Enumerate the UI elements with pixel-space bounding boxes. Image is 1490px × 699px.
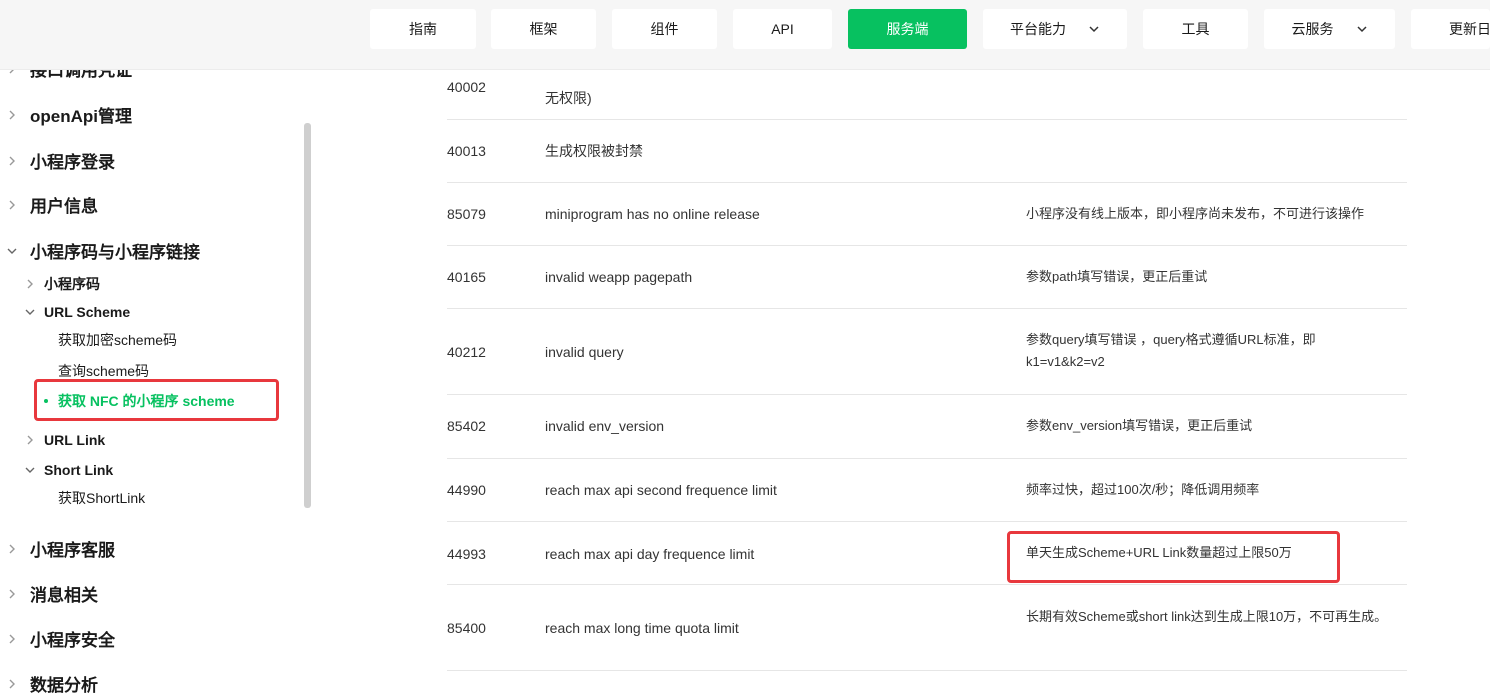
chevron-right-icon (6, 155, 18, 167)
error-description: 参数path填写错误，更正后重试 (1026, 269, 1208, 284)
table-row: 44993 reach max api day frequence limit … (447, 522, 1407, 585)
error-code: 44993 (447, 546, 486, 562)
chevron-right-icon (6, 199, 18, 211)
table-row: 40013 生成权限被封禁 (447, 120, 1407, 183)
error-code: 40002 (447, 79, 486, 95)
sidebar-item-access-token[interactable]: 接口调用凭证 (6, 70, 132, 81)
error-code-table: 40002 无权限) 40013 生成权限被封禁 85079 miniprogr… (447, 70, 1407, 699)
nav-components[interactable]: 组件 (612, 9, 717, 49)
error-code: 85402 (447, 418, 486, 434)
error-description: 小程序没有线上版本，即小程序尚未发布，不可进行该操作 (1026, 206, 1365, 221)
nav-framework[interactable]: 框架 (491, 9, 596, 49)
error-message: invalid weapp pagepath (545, 269, 693, 285)
table-row: 40212 invalid query 参数query填写错误 ，query格式… (447, 309, 1407, 395)
error-code: 40212 (447, 344, 486, 360)
chevron-down-icon (1088, 23, 1100, 35)
sidebar-item-login[interactable]: 小程序登录 (6, 148, 115, 173)
table-row: 40165 invalid weapp pagepath 参数path填写错误，… (447, 246, 1407, 309)
error-description: 长期有效Scheme或short link达到生成上限10万，不可再生成。 (1026, 609, 1388, 624)
sidebar-item-qrcode[interactable]: 小程序码 (24, 274, 100, 294)
error-message: miniprogram has no online release (545, 206, 760, 222)
nav-api[interactable]: API (733, 9, 832, 49)
sidebar: 接口调用凭证 openApi管理 小程序登录 用户信息 小程序码与小程序链接 小… (0, 70, 303, 699)
error-code: 40165 (447, 269, 486, 285)
chevron-right-icon (24, 278, 36, 290)
error-message: 无权限) (545, 90, 592, 106)
sidebar-item-nfc-scheme[interactable]: 获取 NFC 的小程序 scheme (44, 391, 235, 411)
sidebar-item-security[interactable]: 小程序安全 (6, 626, 115, 651)
chevron-right-icon (6, 543, 18, 555)
error-message: 生成权限被封禁 (545, 143, 643, 159)
chevron-down-icon (1356, 23, 1368, 35)
error-message: reach max api day frequence limit (545, 546, 755, 562)
sidebar-item-openapi[interactable]: openApi管理 (6, 102, 132, 127)
chevron-right-icon (6, 633, 18, 645)
table-row: 85400 reach max long time quota limit 长期… (447, 585, 1407, 671)
docs-page: 指南 框架 组件 API 服务端 平台能力 工具 云服务 更新日 接口调用凭证 … (0, 0, 1490, 699)
error-description: 频率过快，超过100次/秒；降低调用频率 (1026, 482, 1260, 497)
error-message: invalid query (545, 344, 624, 360)
sidebar-item-query-scheme[interactable]: 查询scheme码 (58, 361, 149, 381)
error-message: invalid env_version (545, 418, 665, 434)
chevron-down-icon (24, 464, 36, 476)
nav-cloud-service[interactable]: 云服务 (1264, 9, 1395, 49)
sidebar-item-short-link[interactable]: Short Link (24, 462, 113, 478)
nav-platform-capability[interactable]: 平台能力 (983, 9, 1127, 49)
sidebar-item-messages[interactable]: 消息相关 (6, 581, 98, 606)
sidebar-item-url-link[interactable]: URL Link (24, 432, 105, 448)
nav-tools[interactable]: 工具 (1143, 9, 1248, 49)
chevron-down-icon (6, 245, 18, 257)
error-description: 参数env_version填写错误，更正后重试 (1026, 418, 1253, 433)
chevron-right-icon (6, 70, 18, 75)
chevron-right-icon (24, 434, 36, 446)
nav-guide[interactable]: 指南 (370, 9, 476, 49)
sidebar-scrollbar[interactable] (304, 123, 311, 508)
table-row: 40002 无权限) (447, 70, 1407, 120)
error-description: 单天生成Scheme+URL Link数量超过上限50万 (1026, 545, 1292, 560)
chevron-right-icon (6, 678, 18, 690)
nav-changelog[interactable]: 更新日 (1411, 9, 1490, 49)
error-code: 44990 (447, 482, 486, 498)
error-description: 参数query填写错误 ，query格式遵循URL标准，即k1=v1&k2=v2 (1026, 332, 1316, 369)
chevron-right-icon (6, 109, 18, 121)
table-row: 85079 miniprogram has no online release … (447, 183, 1407, 246)
sidebar-item-generate-scheme[interactable]: 获取加密scheme码 (58, 330, 177, 350)
top-navigation: 指南 框架 组件 API 服务端 平台能力 工具 云服务 更新日 (0, 0, 1490, 70)
table-row: 85402 invalid env_version 参数env_version填… (447, 395, 1407, 459)
active-dot-icon (44, 399, 48, 403)
error-message: reach max api second frequence limit (545, 482, 777, 498)
sidebar-item-user-info[interactable]: 用户信息 (6, 192, 98, 217)
sidebar-item-url-scheme[interactable]: URL Scheme (24, 304, 130, 320)
sidebar-item-customer-service[interactable]: 小程序客服 (6, 536, 115, 561)
error-code: 85400 (447, 620, 486, 636)
sidebar-item-qrcode-link[interactable]: 小程序码与小程序链接 (6, 238, 200, 263)
chevron-right-icon (6, 588, 18, 600)
error-code: 85079 (447, 206, 486, 222)
nav-server[interactable]: 服务端 (848, 9, 967, 49)
error-message: reach max long time quota limit (545, 620, 739, 636)
error-code: 40013 (447, 143, 486, 159)
chevron-down-icon (24, 306, 36, 318)
sidebar-item-data-analysis[interactable]: 数据分析 (6, 671, 98, 696)
table-row: 44990 reach max api second frequence lim… (447, 459, 1407, 522)
sidebar-item-get-shortlink[interactable]: 获取ShortLink (58, 488, 145, 508)
